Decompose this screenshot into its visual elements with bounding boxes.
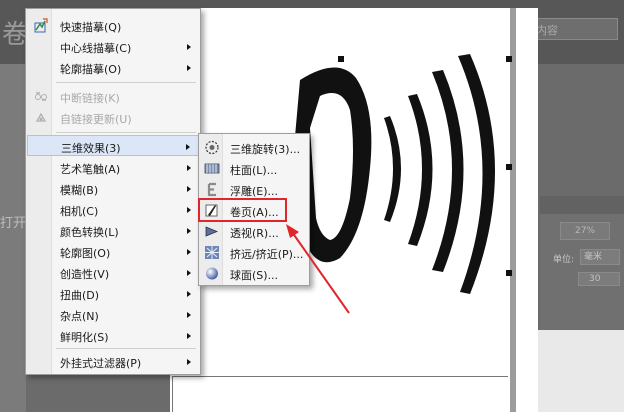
annotation-arrow-icon [286,224,350,314]
